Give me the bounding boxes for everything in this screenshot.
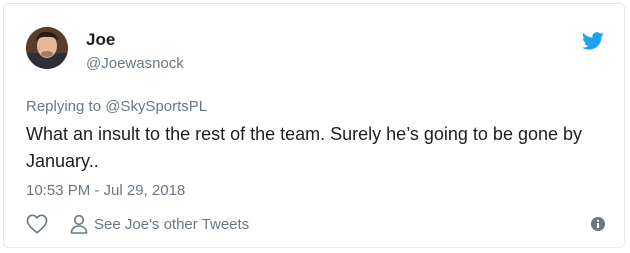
see-other-tweets-link[interactable]: See Joe's other Tweets	[94, 216, 249, 233]
user-name[interactable]: Joe	[86, 30, 115, 50]
tweet-card: Joe @Joewasnock Replying to @SkySportsPL…	[3, 3, 625, 248]
avatar-photo	[26, 27, 68, 69]
heart-icon[interactable]	[26, 214, 48, 234]
info-icon[interactable]	[591, 217, 605, 231]
person-icon	[70, 214, 88, 234]
tweet-timestamp[interactable]: 10:53 PM - Jul 29, 2018	[26, 182, 185, 199]
user-handle[interactable]: @Joewasnock	[86, 55, 184, 72]
tweet-actions: See Joe's other Tweets	[26, 214, 249, 234]
tweet-text: What an insult to the rest of the team. …	[26, 124, 583, 171]
replying-prefix: Replying to	[26, 98, 106, 115]
reply-mention-link[interactable]: @SkySportsPL	[105, 98, 207, 115]
twitter-bird-icon[interactable]	[582, 32, 604, 50]
replying-to: Replying to @SkySportsPL	[26, 98, 207, 115]
avatar[interactable]	[26, 27, 68, 69]
